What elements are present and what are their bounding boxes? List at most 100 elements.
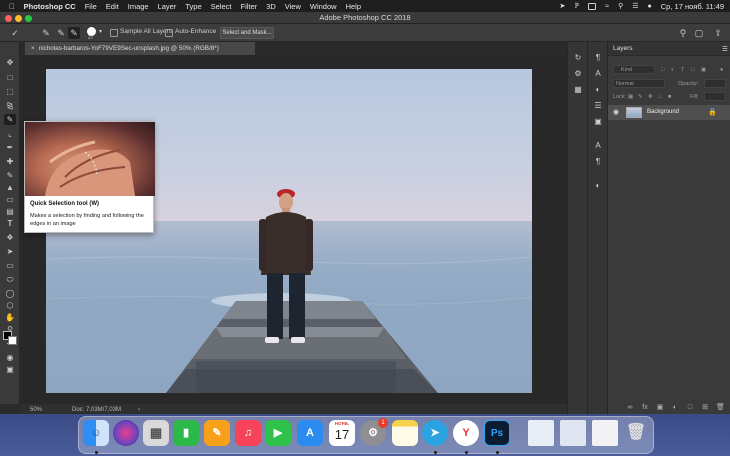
character-styles-icon[interactable]: A [592, 140, 604, 152]
quick-mask-icon[interactable]: ◉ [4, 352, 16, 363]
paragraph-icon[interactable]: ¶ [592, 52, 604, 64]
lock-artboard-icon[interactable]: □ [658, 94, 661, 100]
quick-selection-tool-icon[interactable]: ✎ [4, 114, 16, 125]
apple-icon[interactable]:  [9, 2, 15, 11]
eraser-tool-icon[interactable]: ▭ [4, 194, 16, 205]
layer-style-icon[interactable]: fx [641, 404, 649, 412]
yandex-browser-icon[interactable]: Y [453, 420, 479, 446]
close-window-button[interactable] [5, 15, 12, 22]
zoom-window-button[interactable] [25, 15, 32, 22]
new-group-icon[interactable]: □ [686, 404, 694, 412]
menu-image[interactable]: Image [128, 2, 149, 11]
trash-icon[interactable]: 🗑 [623, 420, 649, 446]
menu-help[interactable]: Help [346, 2, 361, 11]
eyedropper-tool-icon[interactable]: ✒ [4, 142, 16, 153]
battery-icon[interactable] [588, 2, 597, 10]
background-color-swatch[interactable] [8, 336, 17, 345]
numbers-icon[interactable]: ▮ [173, 420, 199, 446]
filter-shape-icon[interactable]: □ [691, 67, 694, 73]
add-mask-icon[interactable]: ▣ [656, 404, 664, 412]
menu-3d[interactable]: 3D [266, 2, 276, 11]
menu-select[interactable]: Select [211, 2, 232, 11]
marquee-tool-icon[interactable]: ⬚ [4, 86, 16, 97]
brush-tool-icon[interactable]: ✎ [4, 170, 16, 181]
delete-layer-icon[interactable]: 🗑 [716, 404, 725, 412]
recent-document-1-icon[interactable] [528, 420, 554, 446]
clone-stamp-tool-icon[interactable]: ▲ [4, 182, 16, 193]
visibility-eye-icon[interactable]: ◉ [613, 108, 619, 116]
screen-mode-icon[interactable]: ▣ [4, 364, 16, 375]
layers-panel-title[interactable]: Layers [613, 45, 633, 52]
adjustments-icon[interactable]: ◐ [592, 84, 604, 96]
custom-shape-tool-icon[interactable]: ◯ [4, 288, 16, 299]
history-icon[interactable]: ↻ [572, 52, 584, 64]
subtract-from-selection-button[interactable]: ✎ [68, 27, 80, 39]
notes-icon[interactable] [392, 420, 418, 446]
lock-position-icon[interactable]: ✥ [648, 94, 653, 100]
bluetooth-icon[interactable]: ℙ [574, 2, 579, 10]
sample-all-layers-checkbox[interactable] [110, 29, 118, 37]
type-tool-icon[interactable]: T [4, 218, 16, 229]
polygon-tool-icon[interactable]: ⬡ [4, 300, 16, 311]
crop-tool-icon[interactable]: ⌞ [4, 128, 16, 139]
filter-adjustment-icon[interactable]: ◐ [671, 67, 674, 73]
add-to-selection-button[interactable]: ✎ [55, 27, 67, 39]
path-selection-tool-icon[interactable]: ➤ [4, 246, 16, 257]
menu-filter[interactable]: Filter [240, 2, 257, 11]
pen-tool-icon[interactable]: ❖ [4, 232, 16, 243]
menu-file[interactable]: File [85, 2, 97, 11]
blend-mode-select[interactable]: Normal [613, 79, 665, 88]
paragraph-styles-icon[interactable]: ¶ [592, 156, 604, 168]
new-layer-icon[interactable]: ⊞ [701, 404, 709, 412]
control-center-icon[interactable]: ☰ [632, 2, 638, 10]
artboard-tool-icon[interactable]: □ [4, 72, 16, 83]
opacity-field[interactable] [704, 79, 726, 88]
styles-icon[interactable]: ▣ [592, 116, 604, 128]
rectangle-tool-icon[interactable]: ▭ [4, 260, 16, 271]
menu-window[interactable]: Window [310, 2, 337, 11]
gradient-tool-icon[interactable]: ▤ [4, 206, 16, 217]
brush-dropdown-icon[interactable]: ▾ [99, 28, 102, 35]
pages-icon[interactable]: ✎ [204, 420, 230, 446]
workspace-icon[interactable]: ▢ [693, 27, 705, 39]
auto-enhance-checkbox[interactable] [165, 29, 173, 37]
wifi-icon[interactable]: ≈ [605, 3, 609, 10]
filter-toggle-icon[interactable]: ● [720, 67, 723, 73]
recent-document-3-icon[interactable] [592, 420, 618, 446]
character-icon[interactable]: A [592, 68, 604, 80]
libraries-icon[interactable]: ☰ [592, 100, 604, 112]
recent-document-2-icon[interactable] [560, 420, 586, 446]
lock-transparent-icon[interactable]: ▦ [628, 94, 633, 100]
share-icon[interactable]: ⇧ [712, 27, 724, 39]
document-tab[interactable]: × nicholas-barbaros-YoF79VE9Sec-unsplash.… [25, 42, 255, 55]
filter-pixel-icon[interactable]: □ [661, 67, 664, 73]
menu-edit[interactable]: Edit [106, 2, 119, 11]
tool-preset-picker[interactable]: ✓ [9, 27, 21, 39]
lock-all-icon[interactable]: ■ [668, 94, 671, 100]
filter-kind-select[interactable]: Kind [613, 65, 655, 74]
finder-icon[interactable]: ☺ [83, 420, 109, 446]
menu-app-name[interactable]: Photoshop CC [24, 2, 76, 11]
swatches-icon[interactable]: ▦ [572, 84, 584, 96]
lasso-tool-icon[interactable]: ⧎ [4, 100, 16, 111]
calendar-icon[interactable]: НОЯБ. 17 [329, 420, 355, 446]
panel-menu-icon[interactable]: ☰ [722, 45, 728, 53]
healing-brush-tool-icon[interactable]: ✚ [4, 156, 16, 167]
fill-field[interactable] [704, 92, 726, 101]
filter-type-icon[interactable]: T [681, 67, 684, 73]
telegram-icon[interactable]: ➤ [422, 420, 448, 446]
menu-layer[interactable]: Layer [158, 2, 177, 11]
music-icon[interactable]: ♫ [235, 420, 261, 446]
photoshop-icon[interactable]: Ps [484, 420, 510, 446]
select-and-mask-button[interactable]: Select and Mask... [220, 27, 274, 39]
info-icon[interactable]: ◐ [592, 180, 604, 192]
app-store-icon[interactable]: A [297, 420, 323, 446]
launchpad-icon[interactable]: ▦ [143, 420, 169, 446]
layer-name[interactable]: Background [647, 109, 679, 115]
location-icon[interactable]: ➤ [559, 2, 565, 10]
search-icon[interactable]: ⚲ [677, 27, 689, 39]
menu-view[interactable]: View [285, 2, 301, 11]
siri-app-icon[interactable] [113, 420, 139, 446]
minimize-window-button[interactable] [15, 15, 22, 22]
close-tab-icon[interactable]: × [31, 45, 35, 52]
